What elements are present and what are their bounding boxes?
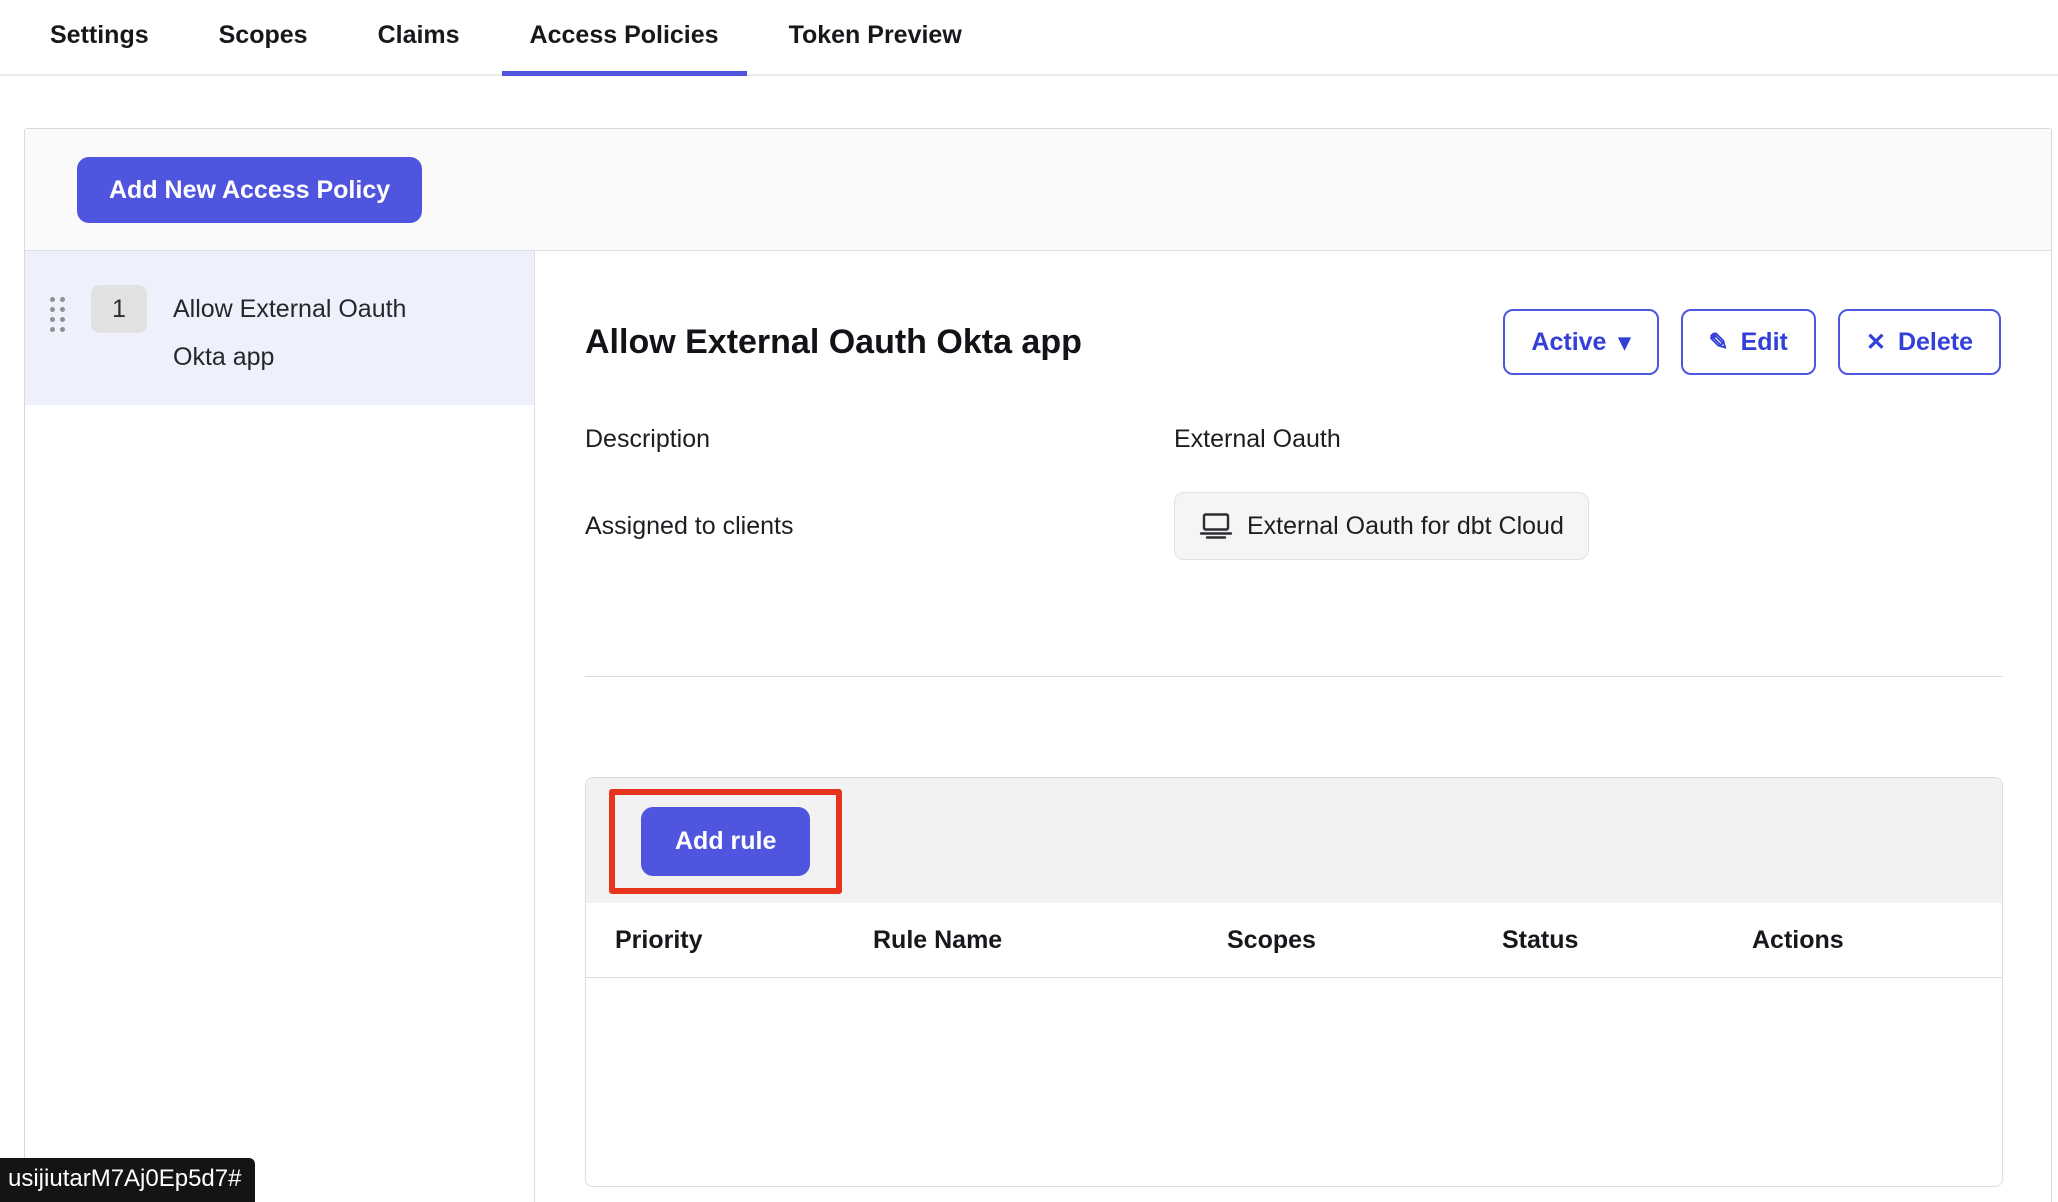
assigned-clients-cell: External Oauth for dbt Cloud <box>1174 492 2001 560</box>
rules-table-header: Priority Rule Name Scopes Status Actions <box>586 903 2002 978</box>
tab-bar: Settings Scopes Claims Access Policies T… <box>0 0 2058 76</box>
column-header-scopes: Scopes <box>1227 926 1502 955</box>
description-value: External Oauth <box>1174 425 2001 454</box>
rules-card: Add rule Priority Rule Name Scopes Statu… <box>585 777 2003 1187</box>
assigned-client-name: External Oauth for dbt Cloud <box>1247 512 1564 541</box>
tab-settings[interactable]: Settings <box>22 0 177 76</box>
column-header-priority: Priority <box>586 926 873 955</box>
add-new-access-policy-button[interactable]: Add New Access Policy <box>77 157 422 223</box>
policy-priority-badge: 1 <box>91 285 147 333</box>
detail-action-buttons: Active ▾ ✎ Edit ✕ Delete <box>1503 309 2001 375</box>
status-tooltip: usijiutarM7Aj0Ep5d7# <box>0 1158 255 1202</box>
delete-button[interactable]: ✕ Delete <box>1838 309 2001 375</box>
detail-fields: Description External Oauth Assigned to c… <box>585 425 2001 560</box>
column-header-status: Status <box>1502 926 1752 955</box>
edit-button[interactable]: ✎ Edit <box>1681 309 1816 375</box>
assigned-client-chip[interactable]: External Oauth for dbt Cloud <box>1174 492 1589 560</box>
assigned-to-clients-label: Assigned to clients <box>585 512 1174 541</box>
tab-access-policies[interactable]: Access Policies <box>502 0 747 76</box>
tab-token-preview[interactable]: Token Preview <box>761 0 990 76</box>
column-header-rule-name: Rule Name <box>873 926 1227 955</box>
computer-icon <box>1199 513 1233 539</box>
policy-list-item[interactable]: 1 Allow External Oauth Okta app <box>25 251 534 405</box>
add-rule-button[interactable]: Add rule <box>641 807 810 876</box>
active-status-label: Active <box>1531 328 1606 357</box>
edit-button-label: Edit <box>1741 328 1788 357</box>
rules-table-empty-body <box>586 978 2002 1186</box>
tab-scopes[interactable]: Scopes <box>191 0 336 76</box>
detail-title-row: Allow External Oauth Okta app Active ▾ ✎… <box>585 309 2001 375</box>
panel-body: 1 Allow External Oauth Okta app Allow Ex… <box>25 251 2051 1202</box>
close-icon: ✕ <box>1866 328 1886 357</box>
access-policies-panel: Add New Access Policy 1 Allow External O… <box>24 128 2052 1202</box>
drag-handle-icon[interactable] <box>50 297 65 332</box>
panel-header: Add New Access Policy <box>25 129 2051 251</box>
rules-card-header: Add rule <box>586 778 2002 903</box>
description-label: Description <box>585 425 1174 454</box>
delete-button-label: Delete <box>1898 328 1973 357</box>
chevron-down-icon: ▾ <box>1618 328 1630 357</box>
policy-name-label: Allow External Oauth Okta app <box>173 285 463 381</box>
page-title: Allow External Oauth Okta app <box>585 323 1082 362</box>
column-header-actions: Actions <box>1752 926 2002 955</box>
pencil-icon: ✎ <box>1709 328 1729 357</box>
tab-claims[interactable]: Claims <box>350 0 488 76</box>
section-divider <box>585 676 2003 677</box>
active-status-dropdown[interactable]: Active ▾ <box>1503 309 1658 375</box>
red-annotation-box: Add rule <box>609 789 842 894</box>
policy-detail: Allow External Oauth Okta app Active ▾ ✎… <box>535 251 2051 1202</box>
policy-list-sidebar: 1 Allow External Oauth Okta app <box>25 251 535 1202</box>
